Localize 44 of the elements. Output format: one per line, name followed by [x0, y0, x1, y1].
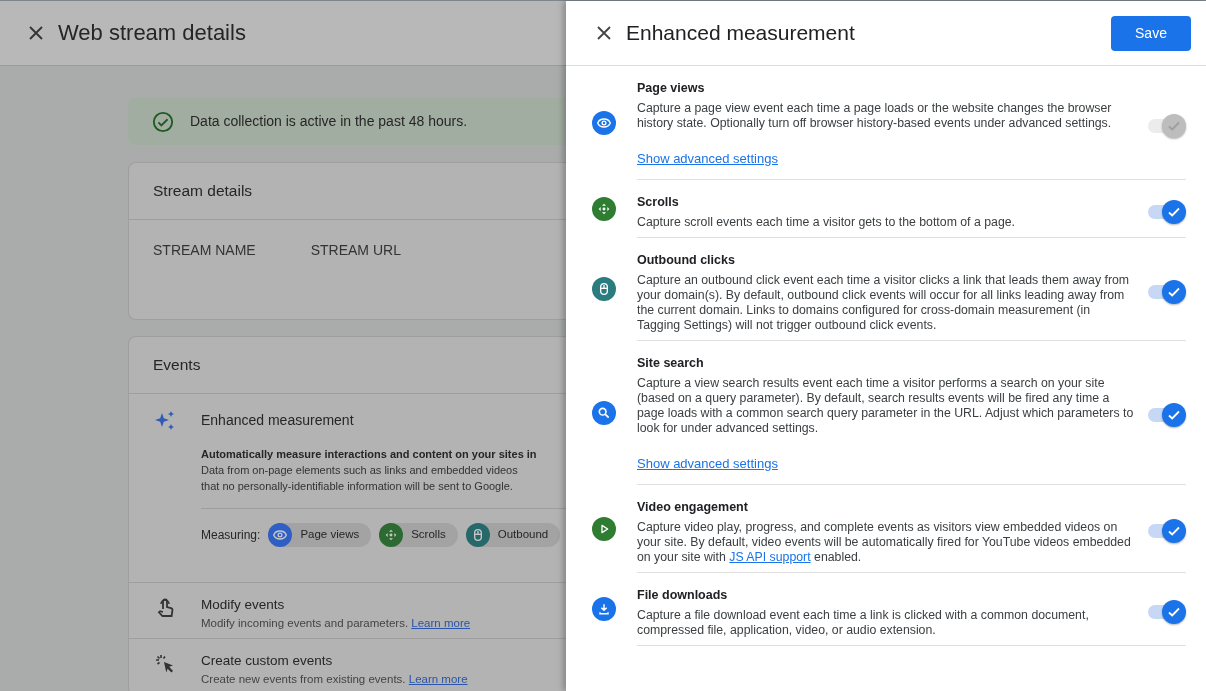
panel-title: Enhanced measurement [626, 20, 856, 46]
description-line: Automatically measure interactions and content on your sites in [201, 447, 538, 462]
option-title: Video engagement [637, 499, 749, 516]
option-description: Capture scroll events each time a visitor gets to the bottom of a page. [637, 215, 1016, 230]
toggle-switch[interactable] [1148, 518, 1186, 545]
option-description: Capture video play, progress, and complete events as visitors view embedded videos on your site. By default, video events will be automatically fired for YouTube videos embedded on your site with JS API support enabled. [637, 519, 1132, 565]
save-button[interactable]: Save [1111, 15, 1191, 51]
measuring-label: Measuring: [201, 527, 261, 544]
option-title: Site search [637, 354, 705, 372]
check-circle-icon [152, 110, 174, 133]
description-line: that no personally-identifiable information will be sent to Google. [201, 479, 514, 494]
js-api-link[interactable]: JS API support [729, 549, 811, 564]
toggle-switch[interactable] [1148, 402, 1186, 429]
option-description: Capture an outbound click event each time a visitor clicks a link that leads them away from your domain(s). By default, outbound click events will occur for all links leading away from the current domain. Links to domains configured for cross-domain measurement (in Tagging Settings) will not trigger outbound click events. [637, 272, 1131, 333]
event-option-title: Create custom events [201, 652, 334, 670]
event-option-text: Create new events from existing events. Learn more [201, 672, 468, 688]
close-icon[interactable] [596, 25, 612, 41]
section-title: Enhanced measurement [201, 411, 355, 430]
option-title: Outbound clicks [637, 252, 736, 269]
description-line: Data from on-page elements such as links and embedded videos [201, 463, 519, 478]
learn-more-link[interactable]: Learn more [408, 673, 468, 686]
option-description: Capture a file download event each time a link is clicked with a common document, compressed file, application, video, or audio extension. [637, 607, 1090, 638]
close-icon[interactable] [28, 25, 44, 41]
option-title: Scrolls [637, 194, 680, 212]
status-text: Data collection is active in the past 48 hours. [190, 112, 468, 131]
toggle-switch[interactable] [1148, 198, 1186, 225]
event-option-title: Modify events [201, 596, 286, 614]
card-title: Events [153, 355, 201, 376]
option-description: Capture a page view event each time a page loads or the website changes the browser history state. Optionally turn off browser history-based events under advanced settings. [637, 100, 1113, 131]
measurement-chip: Scrolls [379, 523, 458, 547]
toggle-switch[interactable] [1148, 278, 1186, 305]
card-title: Stream details [153, 181, 253, 202]
column-label: STREAM URL [310, 241, 401, 260]
learn-more-link[interactable]: Learn more [411, 617, 471, 630]
option-description: Capture a view search results event each time a visitor performs a search on your site (based on a query parameter). By default, search results events will be fired any time a page loads with a common search query parameter in the URL. Adjust which parameters to look for under advanced settings. [637, 375, 1135, 436]
column-label: STREAM NAME [153, 241, 256, 260]
event-option-text: Modify incoming events and parameters. Learn more [201, 616, 471, 632]
measurement-chip: Page views [268, 523, 372, 547]
page-title: Web stream details [58, 19, 246, 47]
option-title: File downloads [637, 586, 729, 604]
measurement-chip: Outbound [465, 523, 561, 547]
toggle-switch[interactable] [1148, 598, 1186, 625]
option-title: Page views [637, 80, 706, 97]
advanced-settings-link[interactable]: Show advanced settings [637, 453, 778, 473]
